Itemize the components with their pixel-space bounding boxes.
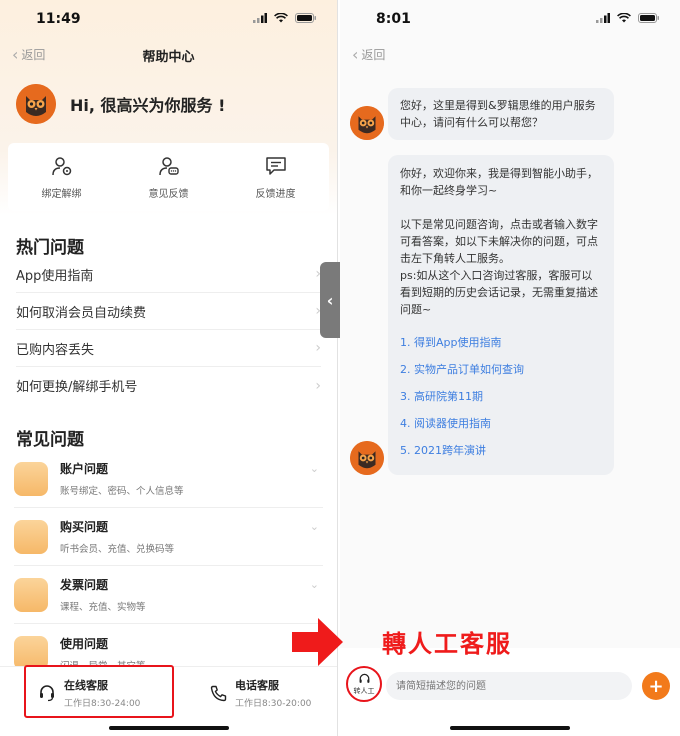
quick-action-label: 意见反馈 xyxy=(148,188,189,200)
phone-service-button[interactable]: 电话客服工作日8:30-20:00 xyxy=(210,677,311,709)
quick-action-label: 反馈进度 xyxy=(255,188,296,200)
wifi-icon xyxy=(274,13,288,23)
home-indicator xyxy=(108,726,229,730)
common-question-title: 发票问题 xyxy=(60,578,109,592)
chevron-down-icon: ⌄ xyxy=(309,462,319,475)
faq-links: 1. 得到App使用指南 2. 实物产品订单如何查询 3. 高研院第11期 4.… xyxy=(400,334,602,459)
message-intro: 你好，欢迎你来，我是得到智能小助手，和你一起终身学习~ xyxy=(400,167,598,197)
headset-icon xyxy=(359,673,369,683)
chevron-down-icon: ⌄ xyxy=(309,520,319,533)
battery-icon xyxy=(638,13,659,23)
common-question-item[interactable]: 发票问题课程、充值、实物等 ⌄ xyxy=(14,566,323,624)
common-question-item[interactable]: 购买问题听书会员、充值、兑换码等 ⌄ xyxy=(14,508,323,566)
chevron-right-icon: › xyxy=(315,377,321,394)
common-question-subtitle: 听书会员、充值、兑换码等 xyxy=(60,544,175,555)
faq-link[interactable]: 1. 得到App使用指南 xyxy=(400,334,602,351)
owl-avatar-icon xyxy=(350,441,384,475)
page-title: 帮助中心 xyxy=(142,50,195,65)
side-drawer-handle[interactable]: ‹ xyxy=(320,262,340,338)
chevron-right-icon: › xyxy=(315,340,321,356)
message-bubble: 你好，欢迎你来，我是得到智能小助手，和你一起终身学习~ 以下是常见问题咨询，点击… xyxy=(388,155,614,475)
faq-link[interactable]: 4. 阅读器使用指南 xyxy=(400,415,602,432)
hot-question-label: App使用指南 xyxy=(16,268,94,284)
help-center-screen: 11:49 ‹ 返回 帮助中心 Hi, 很高兴为你服务 ! 绑定解绑 意见反馈 … xyxy=(0,0,338,736)
common-question-subtitle: 账号绑定、密码、个人信息等 xyxy=(60,486,184,497)
chat-input[interactable] xyxy=(386,672,632,700)
feedback-progress-button[interactable]: 反馈进度 xyxy=(222,143,329,211)
hot-question-item[interactable]: 如何取消会员自动续费 › xyxy=(16,293,321,330)
red-arrow-icon xyxy=(292,618,343,666)
chevron-left-icon: ‹ xyxy=(326,290,334,310)
faq-link[interactable]: 3. 高研院第11期 xyxy=(400,388,602,405)
status-time: 8:01 xyxy=(376,11,411,27)
phone-service-hours: 工作日8:30-20:00 xyxy=(235,699,312,709)
signal-icon xyxy=(253,13,267,23)
annotation-label: 轉人工客服 xyxy=(382,630,512,658)
greeting-text: Hi, 很高兴为你服务 ! xyxy=(70,96,226,115)
nav-bar: ‹ 返回 帮助中心 xyxy=(0,40,337,70)
hot-questions-title: 热门问题 xyxy=(16,238,84,258)
bind-unbind-button[interactable]: 绑定解绑 xyxy=(8,143,115,211)
hot-question-item[interactable]: 如何更换/解绑手机号 › xyxy=(16,367,321,404)
phone-icon xyxy=(210,685,227,701)
signal-icon xyxy=(596,13,610,23)
common-questions-title: 常见问题 xyxy=(16,430,84,450)
hot-question-label: 如何更换/解绑手机号 xyxy=(16,380,138,395)
phone-service-title: 电话客服 xyxy=(235,679,279,692)
back-label: 返回 xyxy=(361,48,386,62)
common-questions-list: 账户问题账号绑定、密码、个人信息等 ⌄ 购买问题听书会员、充值、兑换码等 ⌄ 发… xyxy=(14,450,323,682)
owl-avatar-icon xyxy=(350,106,384,140)
message-ps: ps:如从这个入口咨询过客服，客服可以看到短期的历史会话记录，无需重复描述问题~ xyxy=(400,269,598,316)
wifi-icon xyxy=(617,13,631,23)
quick-action-label: 绑定解绑 xyxy=(41,188,82,200)
status-icons xyxy=(253,13,317,23)
quick-actions: 绑定解绑 意见反馈 反馈进度 xyxy=(8,143,329,211)
chevron-down-icon: ⌄ xyxy=(309,578,319,591)
nav-bar: ‹ 返回 xyxy=(340,40,680,70)
back-button[interactable]: ‹ 返回 xyxy=(352,46,385,63)
user-gear-icon xyxy=(51,156,71,175)
home-indicator xyxy=(450,726,570,730)
status-icons xyxy=(596,13,660,23)
basket-icon xyxy=(14,519,48,554)
bot-message: 你好，欢迎你来，我是得到智能小助手，和你一起终身学习~ 以下是常见问题咨询，点击… xyxy=(350,155,614,475)
common-question-subtitle: 课程、充值、实物等 xyxy=(60,602,146,613)
plus-button[interactable]: + xyxy=(642,672,670,700)
message-list-icon xyxy=(265,156,286,175)
common-question-title: 使用问题 xyxy=(60,636,109,651)
hot-question-item[interactable]: 已购内容丢失 › xyxy=(16,330,321,367)
battery-icon xyxy=(295,13,316,23)
hot-question-label: 如何取消会员自动续费 xyxy=(16,305,147,321)
status-bar: 11:49 xyxy=(0,0,337,40)
chat-input-bar: 转人工 + xyxy=(340,648,680,736)
hot-question-item[interactable]: App使用指南 › xyxy=(16,256,321,293)
owl-avatar-icon xyxy=(16,84,56,124)
bot-message: 您好，这里是得到&罗辑思维的用户服务中心，请问有什么可以帮您？ xyxy=(350,88,614,140)
common-question-item[interactable]: 账户问题账号绑定、密码、个人信息等 ⌄ xyxy=(14,450,323,508)
hot-questions-list: App使用指南 › 如何取消会员自动续费 › 已购内容丢失 › 如何更换/解绑手机号 › xyxy=(16,256,321,404)
transfer-to-human-button[interactable]: 转人工 xyxy=(346,666,382,702)
hot-question-label: 已购内容丢失 xyxy=(16,342,95,358)
highlight-box xyxy=(24,665,174,718)
faq-link[interactable]: 2. 实物产品订单如何查询 xyxy=(400,361,602,378)
common-question-title: 购买问题 xyxy=(60,520,109,534)
comparison-screenshot: 11:49 ‹ 返回 帮助中心 Hi, 很高兴为你服务 ! 绑定解绑 意见反馈 … xyxy=(0,0,680,736)
common-question-title: 账户问题 xyxy=(60,462,109,476)
message-bubble: 您好，这里是得到&罗辑思维的用户服务中心，请问有什么可以帮您？ xyxy=(388,88,614,140)
invoice-icon xyxy=(14,577,48,612)
status-time: 11:49 xyxy=(36,11,81,27)
status-bar: 8:01 xyxy=(340,0,680,40)
chevron-left-icon: ‹ xyxy=(352,44,359,64)
transfer-label: 转人工 xyxy=(353,686,375,695)
message-body: 以下是常见问题咨询，点击或者输入数字可看答案，如以下未解决你的问题，可点击左下角… xyxy=(400,218,598,265)
feedback-button[interactable]: 意见反馈 xyxy=(115,143,222,211)
faq-link[interactable]: 5. 2021跨年演讲 xyxy=(400,442,602,459)
account-icon xyxy=(14,461,48,496)
user-chat-icon xyxy=(158,156,179,175)
greeting: Hi, 很高兴为你服务 ! xyxy=(16,84,225,124)
